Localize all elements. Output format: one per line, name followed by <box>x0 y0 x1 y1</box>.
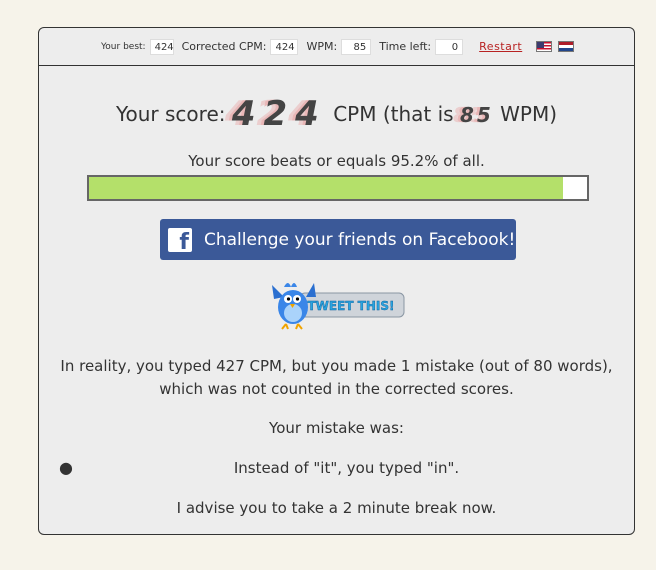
best-label: Your best: <box>101 41 146 52</box>
dutch-flag-icon[interactable] <box>558 41 575 52</box>
score-wpm: 85 <box>459 103 494 127</box>
list-item: ● Instead of "it", you typed "in". <box>39 458 634 477</box>
bullet-icon: ● <box>59 458 73 477</box>
score-suffix: WPM) <box>500 102 558 126</box>
reality-text: In reality, you typed 427 CPM, but you m… <box>39 355 634 401</box>
mistake-item-text: Instead of "it", you typed "in". <box>233 459 460 477</box>
time-left-value: 0 <box>435 38 464 55</box>
tweet-this-label: TWEET THIS! <box>308 299 395 313</box>
score-cpm: 424 <box>231 94 327 134</box>
mistake-list: ● Instead of "it", you typed "in". <box>39 458 634 477</box>
result-panel: Your best: 424 Corrected CPM: 424 WPM: 8… <box>38 27 635 535</box>
page: { "stats": { "best_label": "Your best:",… <box>0 0 656 570</box>
reality-line-2: which was not counted in the corrected s… <box>159 380 514 398</box>
tweet-this-button[interactable]: TWEET THIS! <box>266 277 411 335</box>
facebook-icon: f <box>168 227 192 252</box>
cpm-label: Corrected CPM: <box>181 40 267 53</box>
advice-text: I advise you to take a 2 minute break no… <box>176 499 497 517</box>
facebook-challenge-button[interactable]: f Challenge your friends on Facebook! <box>160 219 516 260</box>
wpm-label: WPM: <box>306 40 338 53</box>
reality-line-1: In reality, you typed 427 CPM, but you m… <box>60 357 613 375</box>
percentile-text: Your score beats or equals 95.2% of all. <box>188 152 485 170</box>
english-flag-icon[interactable] <box>536 41 553 52</box>
mistake-title: Your mistake was: <box>269 419 404 437</box>
score-prefix: Your score: <box>115 102 226 126</box>
restart-link[interactable]: Restart <box>479 40 522 53</box>
score-middle: CPM (that is <box>333 102 454 126</box>
wpm-value: 85 <box>341 38 372 55</box>
stats-bar: Your best: 424 Corrected CPM: 424 WPM: 8… <box>39 28 634 66</box>
time-left-label: Time left: <box>379 40 432 53</box>
percentile-bar-fill <box>89 177 564 199</box>
best-value: 424 <box>149 38 174 55</box>
percentile-bar <box>87 175 589 201</box>
facebook-button-label: Challenge your friends on Facebook! <box>204 229 516 250</box>
cpm-value: 424 <box>270 38 299 55</box>
score-line: Your score: 424 CPM (that is 85 WPM) <box>39 94 634 134</box>
